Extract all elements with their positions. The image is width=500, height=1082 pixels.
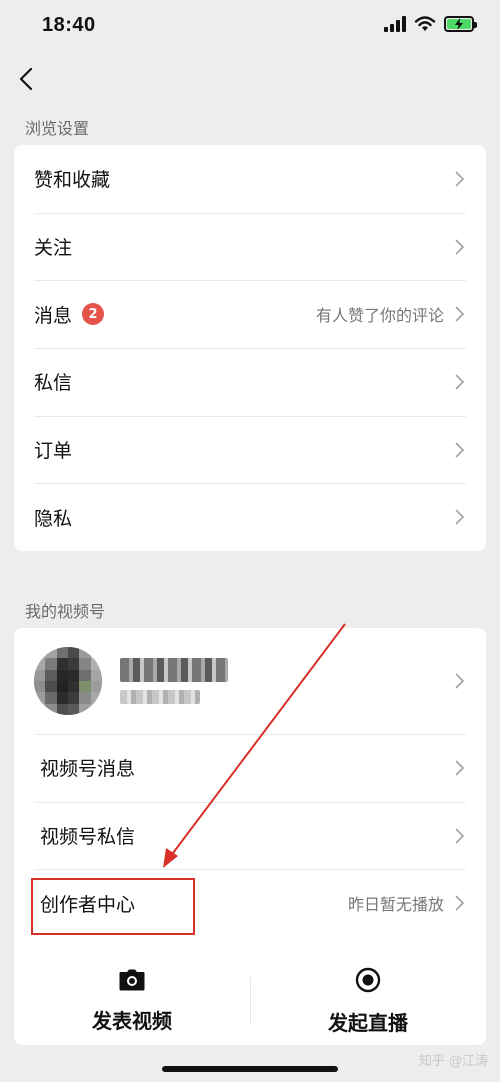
browse-settings-card: 赞和收藏 关注 消息 2 有人赞了你的评论 私信 订单 隐私: [14, 145, 486, 551]
row-label: 视频号私信: [40, 826, 136, 849]
chevron-right-icon: [455, 760, 465, 776]
unread-badge: 2: [82, 303, 105, 326]
post-video-button[interactable]: 发表视频: [14, 945, 250, 1045]
browse-settings-title: 浏览设置: [25, 119, 90, 138]
action-label: 发表视频: [92, 1008, 172, 1033]
row-label: 消息: [34, 304, 73, 327]
status-icons: [384, 16, 477, 32]
chevron-right-icon: [455, 171, 465, 187]
avatar: [34, 647, 102, 715]
chevron-right-icon: [455, 238, 465, 255]
chevron-right-icon: [455, 441, 465, 458]
orders-row[interactable]: 订单: [14, 415, 486, 484]
my-channels-title: 我的视频号: [25, 602, 106, 621]
channel-messages-row[interactable]: 视频号消息: [14, 734, 486, 802]
back-button[interactable]: [16, 64, 40, 94]
row-value: 有人赞了你的评论: [315, 306, 444, 326]
camera-icon: [119, 969, 145, 990]
profile-text: [120, 658, 228, 704]
channel-profile-row[interactable]: [14, 628, 486, 734]
chevron-right-icon: [455, 374, 465, 390]
annotation-highlight-box: [31, 878, 195, 935]
status-time: 18:40: [42, 14, 96, 36]
messages-row[interactable]: 消息 2 有人赞了你的评论: [14, 280, 486, 348]
back-chevron-icon: [19, 67, 33, 91]
status-bar: 18:40: [0, 0, 500, 56]
home-indicator: [162, 1066, 338, 1072]
chevron-right-icon: [455, 895, 465, 911]
wifi-icon: [414, 16, 436, 31]
row-label: 订单: [34, 440, 73, 463]
likes-favorites-row[interactable]: 赞和收藏: [14, 145, 486, 213]
chevron-right-icon: [455, 509, 465, 525]
row-label: 视频号消息: [40, 758, 136, 781]
chevron-right-icon: [455, 827, 465, 844]
action-bar: 发表视频 发起直播: [14, 945, 486, 1045]
cellular-signal-icon: [384, 16, 406, 32]
channel-private-messages-row[interactable]: 视频号私信: [14, 801, 486, 870]
row-label: 关注: [34, 237, 73, 260]
private-messages-row[interactable]: 私信: [14, 348, 486, 416]
profile-subtitle-pixelated: [120, 690, 200, 704]
start-live-button[interactable]: 发起直播: [250, 945, 486, 1045]
following-row[interactable]: 关注: [14, 212, 486, 281]
profile-name-pixelated: [120, 658, 228, 682]
watermark: 知乎 @江涛: [418, 1054, 488, 1069]
chevron-right-icon: [455, 306, 465, 322]
chevron-right-icon: [455, 673, 465, 689]
row-label: 隐私: [34, 507, 73, 530]
battery-charging-icon: [444, 16, 477, 32]
row-label: 赞和收藏: [34, 169, 111, 192]
privacy-row[interactable]: 隐私: [14, 483, 486, 551]
live-record-icon: [355, 967, 381, 992]
divider: [250, 977, 251, 1025]
action-label: 发起直播: [328, 1010, 408, 1035]
row-value: 昨日暂无播放: [347, 895, 444, 915]
row-label: 私信: [34, 372, 73, 395]
